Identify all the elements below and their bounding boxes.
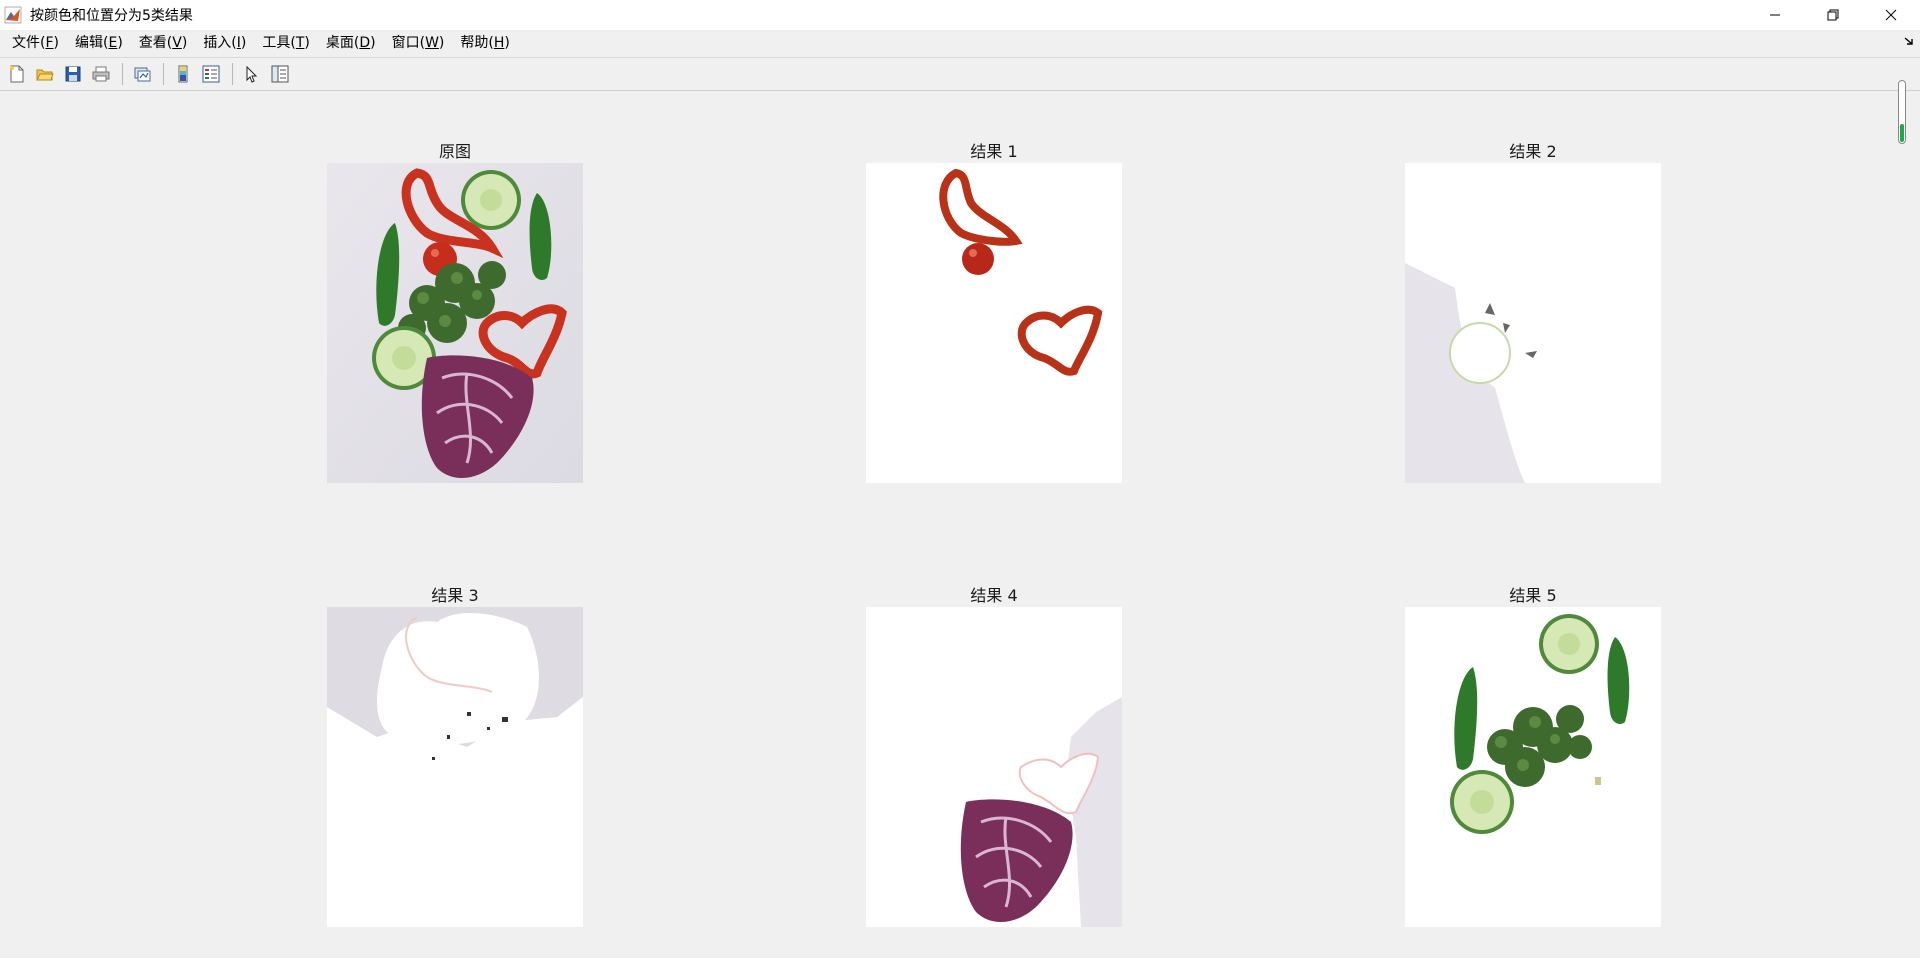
menu-edit[interactable]: 编辑(E) bbox=[67, 30, 131, 56]
subplot-title-result-1: 结果 1 bbox=[970, 142, 1018, 161]
menu-view-tail: ) bbox=[181, 35, 188, 51]
new-figure-button[interactable] bbox=[4, 61, 30, 87]
matlab-logo-icon bbox=[4, 6, 22, 24]
open-file-icon bbox=[36, 69, 54, 81]
menu-window-tail: ) bbox=[438, 35, 445, 51]
menu-file[interactable]: 文件(F) bbox=[4, 30, 67, 56]
subplot-title-result-5: 结果 5 bbox=[1509, 586, 1557, 605]
subplot-image-result-4 bbox=[866, 607, 1122, 927]
subplot-image-result-1 bbox=[866, 163, 1122, 483]
figure-canvas: 原图 结果 1 结果 2 结果 3 结果 4 结果 5 bbox=[0, 80, 1908, 958]
menu-file-key: F bbox=[45, 35, 54, 51]
subplot-title-original: 原图 bbox=[438, 142, 471, 161]
window-controls bbox=[1746, 0, 1920, 30]
menu-insert[interactable]: 插入(I) bbox=[195, 30, 254, 56]
subplot-image-result-3 bbox=[327, 607, 583, 927]
close-icon bbox=[1885, 9, 1897, 21]
menu-desktop-key: D bbox=[359, 35, 371, 51]
menu-tools-tail: ) bbox=[304, 35, 310, 51]
new-figure-icon bbox=[10, 65, 24, 83]
window-title: 按颜色和位置分为5类结果 bbox=[30, 8, 193, 24]
toolbar-separator bbox=[232, 63, 233, 85]
menu-window[interactable]: 窗口(W) bbox=[384, 30, 453, 56]
colorbar-icon bbox=[178, 65, 188, 83]
menu-edit-tail: ) bbox=[117, 35, 123, 51]
menu-desktop-label: 桌面( bbox=[325, 35, 360, 51]
subplot-title-result-3: 结果 3 bbox=[431, 586, 479, 605]
figure-toolbar bbox=[0, 57, 1920, 91]
legend-button[interactable] bbox=[198, 61, 224, 87]
menu-edit-label: 编辑( bbox=[75, 35, 109, 51]
property-inspector-button[interactable] bbox=[267, 61, 293, 87]
subplot-title-result-2: 结果 2 bbox=[1509, 142, 1557, 161]
print-icon bbox=[92, 66, 110, 82]
edit-plot-icon bbox=[246, 65, 258, 83]
open-file-button[interactable] bbox=[32, 61, 58, 87]
menu-help[interactable]: 帮助(H) bbox=[452, 30, 517, 56]
property-inspector-icon bbox=[271, 65, 289, 83]
menu-help-label: 帮助( bbox=[460, 35, 494, 51]
close-button[interactable] bbox=[1862, 0, 1920, 30]
restore-icon bbox=[1827, 9, 1839, 21]
menu-insert-tail: ) bbox=[240, 35, 247, 51]
restore-button[interactable] bbox=[1804, 0, 1862, 30]
scrollbar-indicator bbox=[1900, 124, 1904, 142]
menu-view-label: 查看( bbox=[138, 35, 173, 51]
colorbar-button[interactable] bbox=[170, 61, 196, 87]
menu-window-key: W bbox=[425, 35, 439, 51]
subplot-title-result-4: 结果 4 bbox=[970, 586, 1018, 605]
minimize-button[interactable] bbox=[1746, 0, 1804, 30]
subplot-image-result-2 bbox=[1405, 163, 1661, 483]
minimize-icon bbox=[1770, 14, 1780, 16]
menu-tools[interactable]: 工具(T) bbox=[254, 30, 318, 56]
menu-file-label: 文件( bbox=[12, 35, 46, 51]
menu-tools-label: 工具( bbox=[262, 35, 296, 51]
dock-arrow-icon[interactable] bbox=[1904, 36, 1914, 49]
menu-window-label: 窗口( bbox=[391, 35, 426, 51]
subplot-image-original bbox=[327, 163, 583, 483]
legend-icon bbox=[202, 65, 220, 83]
edit-plot-button[interactable] bbox=[239, 61, 265, 87]
save-icon bbox=[65, 66, 81, 82]
toolbar-separator bbox=[122, 63, 123, 85]
save-button[interactable] bbox=[60, 61, 86, 87]
menu-insert-label: 插入( bbox=[203, 35, 237, 51]
menu-help-tail: ) bbox=[504, 35, 510, 51]
vertical-scrollbar[interactable] bbox=[1896, 80, 1908, 150]
title-bar: 按颜色和位置分为5类结果 bbox=[0, 0, 1920, 30]
menu-help-key: H bbox=[493, 35, 505, 51]
menu-edit-key: E bbox=[108, 35, 118, 51]
menu-file-tail: ) bbox=[53, 35, 59, 51]
menu-view[interactable]: 查看(V) bbox=[131, 30, 196, 56]
link-plot-icon bbox=[134, 67, 151, 82]
print-button[interactable] bbox=[88, 61, 114, 87]
toolbar-separator bbox=[163, 63, 164, 85]
menu-desktop[interactable]: 桌面(D) bbox=[318, 30, 384, 56]
subplot-image-result-5 bbox=[1405, 607, 1661, 927]
menu-desktop-tail: ) bbox=[370, 35, 376, 51]
menu-view-key: V bbox=[172, 35, 182, 51]
link-plot-button[interactable] bbox=[129, 61, 155, 87]
menu-bar: 文件(F) 编辑(E) 查看(V) 插入(I) 工具(T) 桌面(D) 窗口(W… bbox=[0, 30, 1920, 56]
